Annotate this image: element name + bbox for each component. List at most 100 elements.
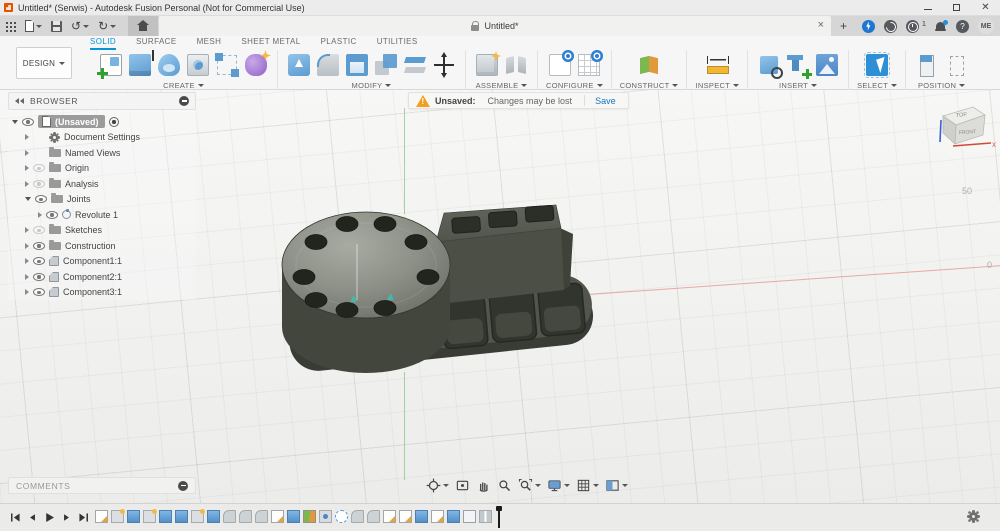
- viewport-canvas[interactable]: 50 0 BROWSER (Unsaved) Document Settings…: [0, 90, 1000, 503]
- fit-button[interactable]: [516, 477, 543, 494]
- timeline-feature-extrude[interactable]: [127, 510, 140, 523]
- timeline-feature-fillet[interactable]: [351, 510, 364, 523]
- zoom-button[interactable]: [495, 477, 514, 494]
- home-tab[interactable]: [128, 16, 158, 36]
- timeline-feature-extrude[interactable]: [287, 510, 300, 523]
- timeline-feature-sketch[interactable]: [399, 510, 412, 523]
- tree-caret-icon[interactable]: [25, 149, 29, 156]
- visibility-eye-icon[interactable]: [33, 241, 45, 250]
- sync-status-icon[interactable]: [883, 19, 897, 33]
- visibility-eye-icon[interactable]: [33, 272, 45, 281]
- orbit-button[interactable]: [424, 477, 451, 494]
- group-label-modify[interactable]: MODIFY: [352, 81, 392, 90]
- fillet-button[interactable]: [315, 51, 341, 79]
- timeline-feature-extrude[interactable]: [207, 510, 220, 523]
- tree-caret-icon[interactable]: [25, 289, 29, 296]
- activate-component-radio[interactable]: [108, 116, 119, 127]
- alerts-bell-button[interactable]: [935, 19, 948, 33]
- rectangular-pattern-button[interactable]: [214, 51, 240, 79]
- ribbon-tab-surface[interactable]: SURFACE: [136, 37, 177, 50]
- tree-caret-icon[interactable]: [25, 197, 31, 202]
- timeline-feature-construction-plane[interactable]: [303, 510, 316, 523]
- select-button[interactable]: [864, 51, 891, 79]
- redo-button[interactable]: ↻: [98, 16, 117, 36]
- design-workspace-menu[interactable]: DESIGN: [16, 47, 72, 79]
- go-to-beginning-button[interactable]: [8, 509, 22, 525]
- browser-item-origin[interactable]: Origin: [8, 161, 196, 177]
- tree-caret-icon[interactable]: [25, 180, 29, 187]
- timeline-feature-hole[interactable]: [319, 510, 332, 523]
- tree-caret-icon[interactable]: [25, 227, 29, 234]
- offset-face-button[interactable]: [402, 51, 428, 79]
- visibility-eye-icon[interactable]: [22, 117, 34, 126]
- insert-mesh-button[interactable]: [756, 51, 784, 79]
- play-button[interactable]: [42, 509, 56, 525]
- ribbon-tab-plastic[interactable]: PLASTIC: [321, 37, 357, 50]
- maximize-button[interactable]: [942, 0, 971, 16]
- timeline-feature-extrude[interactable]: [447, 510, 460, 523]
- revolve-button[interactable]: [156, 51, 182, 79]
- browser-item-component2-1[interactable]: Component2:1: [8, 269, 196, 285]
- look-at-button[interactable]: [453, 477, 472, 494]
- group-label-create[interactable]: CREATE: [163, 81, 204, 90]
- job-status-icon[interactable]: [861, 19, 875, 33]
- display-settings-button[interactable]: [545, 477, 572, 494]
- visibility-eye-icon[interactable]: [33, 164, 45, 173]
- timeline-feature-extrude[interactable]: [175, 510, 188, 523]
- previous-feature-button[interactable]: [25, 509, 39, 525]
- hole-button[interactable]: [185, 51, 211, 79]
- timeline-feature-fillet[interactable]: [255, 510, 268, 523]
- timeline-feature-sketch[interactable]: [383, 510, 396, 523]
- tree-caret-icon[interactable]: [25, 258, 29, 265]
- timeline-feature-fillet[interactable]: [239, 510, 252, 523]
- timeline-feature-fillet[interactable]: [367, 510, 380, 523]
- configuration-table-button[interactable]: [576, 50, 603, 79]
- notifications-history-icon[interactable]: [905, 19, 919, 33]
- browser-item-construction[interactable]: Construction: [8, 238, 196, 254]
- group-label-configure[interactable]: CONFIGURE: [546, 81, 603, 90]
- visibility-eye-icon[interactable]: [33, 257, 45, 266]
- ribbon-tab-mesh[interactable]: MESH: [197, 37, 222, 50]
- group-label-position[interactable]: POSITION: [918, 81, 966, 90]
- browser-item-document-settings[interactable]: Document Settings: [8, 130, 196, 146]
- visibility-eye-icon[interactable]: [35, 195, 47, 204]
- tree-caret-icon[interactable]: [25, 134, 29, 141]
- browser-item-analysis[interactable]: Analysis: [8, 176, 196, 192]
- new-component-button[interactable]: [474, 51, 500, 79]
- extrude-button[interactable]: [127, 50, 154, 79]
- press-pull-button[interactable]: [286, 51, 312, 79]
- group-label-construct[interactable]: CONSTRUCT: [620, 81, 679, 90]
- insert-fastener-button[interactable]: [785, 51, 813, 79]
- model-3d[interactable]: [270, 182, 610, 382]
- viewports-button[interactable]: [603, 477, 630, 494]
- ribbon-tab-utilities[interactable]: UTILITIES: [377, 37, 418, 50]
- timeline-feature-circular-pattern[interactable]: [335, 510, 348, 523]
- timeline-feature-component[interactable]: [463, 510, 476, 523]
- tree-caret-icon[interactable]: [25, 242, 29, 249]
- browser-item-named-views[interactable]: Named Views: [8, 145, 196, 161]
- move-copy-button[interactable]: [431, 51, 457, 79]
- timeline-feature-extrude[interactable]: [415, 510, 428, 523]
- group-label-assemble[interactable]: ASSEMBLE: [476, 81, 528, 90]
- help-button[interactable]: ?: [956, 19, 969, 33]
- visibility-eye-icon[interactable]: [46, 210, 58, 219]
- undo-button[interactable]: ↺: [71, 16, 90, 36]
- browser-item-unsaved[interactable]: (Unsaved): [8, 114, 196, 130]
- create-sketch-button[interactable]: [97, 51, 124, 79]
- timeline-feature-fillet[interactable]: [223, 510, 236, 523]
- group-label-inspect[interactable]: INSPECT: [695, 81, 740, 90]
- data-panel-button[interactable]: [6, 16, 16, 36]
- selected-item-chip[interactable]: (Unsaved): [38, 115, 105, 129]
- timeline-feature-new-component[interactable]: [143, 509, 157, 523]
- grid-settings-button[interactable]: [574, 477, 601, 494]
- close-tab-button[interactable]: ×: [818, 19, 824, 31]
- timeline-settings-gear-icon[interactable]: [969, 512, 978, 521]
- save-button[interactable]: [51, 16, 62, 36]
- browser-item-component1-1[interactable]: Component1:1: [8, 254, 196, 270]
- timeline-feature-sketch[interactable]: [271, 510, 284, 523]
- view-cube[interactable]: X TOP FRONT: [933, 96, 997, 158]
- browser-item-component3-1[interactable]: Component3:1: [8, 285, 196, 301]
- tree-caret-icon[interactable]: [25, 165, 29, 172]
- create-form-button[interactable]: [243, 51, 269, 79]
- group-label-select[interactable]: SELECT: [857, 81, 898, 90]
